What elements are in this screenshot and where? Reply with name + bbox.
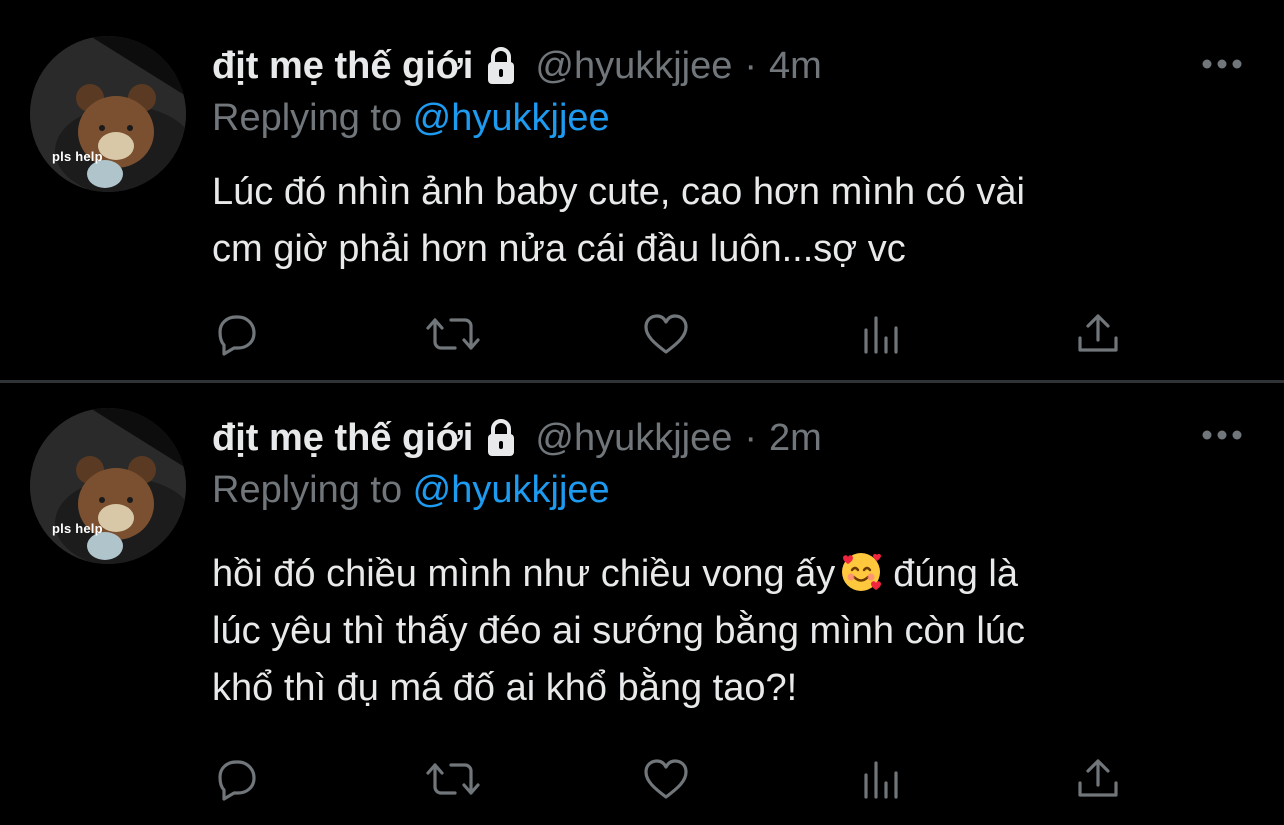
avatar-caption: pls help <box>52 149 103 164</box>
retweet-icon[interactable] <box>425 310 480 358</box>
tweet-text-segment: hồi đó chiều mình như chiều vong ấy <box>212 553 836 595</box>
replying-to-label: Replying to <box>212 97 413 139</box>
heart-icon[interactable] <box>642 755 690 803</box>
tweet-actions <box>212 755 1122 803</box>
avatar[interactable]: pls help <box>30 36 186 192</box>
replying-to: Replying to @hyukkjjee <box>212 468 610 512</box>
tweet-text: hồi đó chiều mình như chiều vong ấy đúng… <box>212 546 1252 717</box>
tweet-text-line: cm giờ phải hơn nửa cái đầu luôn...sợ vc <box>212 228 906 270</box>
tweet-header: địt mẹ thế giới @hyukkjjee · 2m <box>212 416 822 460</box>
tweet-text-segment: đúng là <box>893 553 1018 595</box>
timestamp[interactable]: 2m <box>769 416 822 460</box>
avatar-image <box>30 36 186 192</box>
tweet-text-line: Lúc đó nhìn ảnh baby cute, cao hơn mình … <box>212 171 1025 213</box>
lock-icon <box>481 418 521 458</box>
display-name[interactable]: địt mẹ thế giới <box>212 44 473 88</box>
reply-mention-link[interactable]: @hyukkjjee <box>413 469 610 511</box>
user-handle[interactable]: @hyukkjjee <box>535 416 732 460</box>
tweet-text-line: khổ thì đụ má đố ai khổ bằng tao?! <box>212 667 798 709</box>
share-icon[interactable] <box>1074 310 1122 358</box>
separator-dot: · <box>744 417 758 459</box>
replying-to-label: Replying to <box>212 469 413 511</box>
tweet-header: địt mẹ thế giới @hyukkjjee · 4m <box>212 44 822 88</box>
replying-to: Replying to @hyukkjjee <box>212 96 610 140</box>
avatar-caption: pls help <box>52 521 103 536</box>
reply-icon[interactable] <box>212 755 260 803</box>
reply-mention-link[interactable]: @hyukkjjee <box>413 97 610 139</box>
tweet-text-line: hồi đó chiều mình như chiều vong ấy đúng… <box>212 546 1252 603</box>
share-icon[interactable] <box>1074 755 1122 803</box>
tweet-actions <box>212 310 1122 358</box>
avatar-image <box>30 408 186 564</box>
more-icon[interactable] <box>1200 427 1244 443</box>
more-icon[interactable] <box>1200 56 1244 72</box>
analytics-icon[interactable] <box>860 755 908 803</box>
tweet-text-line: lúc yêu thì thấy đéo ai sướng bằng mình … <box>212 610 1025 652</box>
avatar[interactable]: pls help <box>30 408 186 564</box>
reply-icon[interactable] <box>212 310 260 358</box>
smiling-face-with-hearts-icon <box>839 550 883 594</box>
display-name[interactable]: địt mẹ thế giới <box>212 416 473 460</box>
user-handle[interactable]: @hyukkjjee <box>535 44 732 88</box>
tweet[interactable]: pls help địt mẹ thế giới @hyukkjjee · 2m… <box>0 383 1284 825</box>
heart-icon[interactable] <box>642 310 690 358</box>
tweet[interactable]: pls help địt mẹ thế giới @hyukkjjee · 4m… <box>0 0 1284 380</box>
lock-icon <box>481 46 521 86</box>
separator-dot: · <box>744 45 758 87</box>
timestamp[interactable]: 4m <box>769 44 822 88</box>
analytics-icon[interactable] <box>860 310 908 358</box>
tweet-text: Lúc đó nhìn ảnh baby cute, cao hơn mình … <box>212 164 1252 278</box>
retweet-icon[interactable] <box>425 755 480 803</box>
